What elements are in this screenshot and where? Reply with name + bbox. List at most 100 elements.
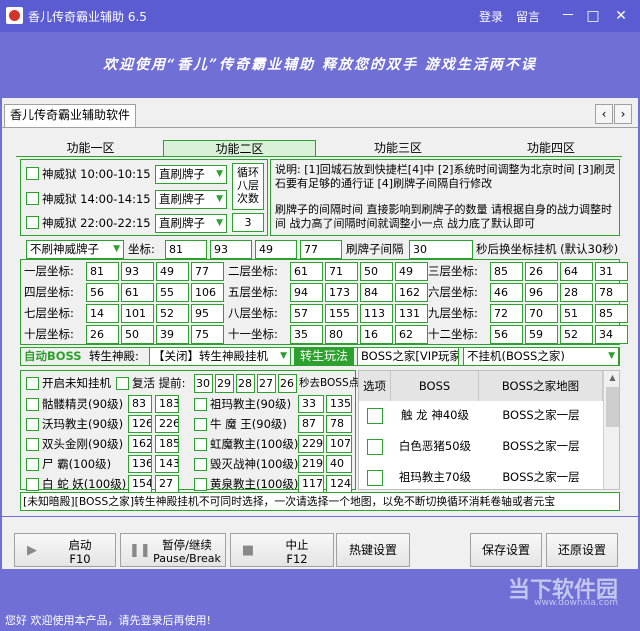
boss-table-scrollbar[interactable]: ▲ bbox=[603, 371, 619, 489]
revive-checkbox[interactable] bbox=[116, 377, 129, 390]
boss-coord-input[interactable]: 229 bbox=[298, 435, 324, 453]
revive-time-1[interactable]: 30 bbox=[194, 374, 213, 393]
tab-next-button[interactable]: › bbox=[614, 104, 632, 124]
boss-row-checkbox[interactable] bbox=[367, 408, 383, 424]
coord-input-3[interactable]: 49 bbox=[255, 240, 297, 259]
floor-coord-input[interactable]: 56 bbox=[490, 325, 523, 344]
main-tab[interactable]: 香儿传奇霸业辅助软件 bbox=[4, 104, 136, 127]
floor-coord-input[interactable]: 84 bbox=[360, 283, 393, 302]
revive-time-3[interactable]: 28 bbox=[236, 374, 255, 393]
floor-coord-input[interactable]: 62 bbox=[395, 325, 428, 344]
revive-time-2[interactable]: 29 bbox=[215, 374, 234, 393]
boss-home-select[interactable]: BOSS之家[VIP玩家] bbox=[357, 347, 459, 366]
boss-row-checkbox[interactable] bbox=[367, 439, 383, 455]
floor-coord-input[interactable]: 61 bbox=[121, 283, 154, 302]
boss-left-checkbox[interactable] bbox=[26, 418, 39, 431]
floor-coord-input[interactable]: 94 bbox=[290, 283, 323, 302]
floor-coord-input[interactable]: 72 bbox=[490, 304, 523, 323]
boss-coord-input[interactable]: 87 bbox=[298, 415, 324, 433]
floor-coord-input[interactable]: 96 bbox=[525, 283, 558, 302]
boss-left-checkbox[interactable] bbox=[26, 478, 39, 491]
tab-function-1[interactable]: 功能一区 bbox=[18, 140, 163, 157]
floor-coord-input[interactable]: 16 bbox=[360, 325, 393, 344]
rebirth-select[interactable]: 【关闭】转生神殿挂机 ▼ bbox=[149, 347, 291, 366]
login-link[interactable]: 登录 bbox=[479, 8, 503, 25]
boss-coord-input[interactable]: 33 bbox=[298, 395, 324, 413]
floor-coord-input[interactable]: 52 bbox=[560, 325, 593, 344]
floor-coord-input[interactable]: 61 bbox=[290, 262, 323, 281]
floor-coord-input[interactable]: 70 bbox=[525, 304, 558, 323]
prison-2-checkbox[interactable] bbox=[26, 192, 39, 205]
boss-coord-input[interactable]: 117 bbox=[298, 475, 324, 493]
floor-coord-input[interactable]: 77 bbox=[191, 262, 224, 281]
boss-coord-input[interactable]: 136 bbox=[128, 455, 152, 473]
boss-left-checkbox[interactable] bbox=[194, 418, 207, 431]
minimize-icon[interactable]: － bbox=[557, 6, 579, 26]
prison-2-mode-select[interactable]: 直刷牌子 ▼ bbox=[155, 190, 227, 209]
floor-coord-input[interactable]: 49 bbox=[156, 262, 189, 281]
floor-coord-input[interactable]: 64 bbox=[560, 262, 593, 281]
table-row[interactable]: 触 龙 神40级 BOSS之家一层 bbox=[359, 402, 603, 430]
floor-coord-input[interactable]: 95 bbox=[191, 304, 224, 323]
floor-coord-input[interactable]: 113 bbox=[360, 304, 393, 323]
boss-left-checkbox[interactable] bbox=[194, 398, 207, 411]
boss-left-checkbox[interactable] bbox=[26, 398, 39, 411]
table-row[interactable]: 祖玛教主70级 BOSS之家一层 bbox=[359, 464, 603, 489]
boss-coord-input[interactable]: 124 bbox=[326, 475, 352, 493]
floor-coord-input[interactable]: 101 bbox=[121, 304, 154, 323]
scroll-thumb[interactable] bbox=[606, 387, 619, 427]
tab-prev-button[interactable]: ‹ bbox=[595, 104, 613, 124]
boss-coord-input[interactable]: 27 bbox=[155, 475, 179, 493]
floor-coord-input[interactable]: 50 bbox=[121, 325, 154, 344]
boss-coord-input[interactable]: 126 bbox=[128, 415, 152, 433]
floor-coord-input[interactable]: 78 bbox=[595, 283, 628, 302]
floor-coord-input[interactable]: 155 bbox=[325, 304, 358, 323]
boss-row-checkbox[interactable] bbox=[367, 470, 383, 486]
token-select[interactable]: 不刷神威牌子 ▼ bbox=[26, 240, 124, 259]
floor-coord-input[interactable]: 31 bbox=[595, 262, 628, 281]
boss-left-checkbox[interactable] bbox=[194, 458, 207, 471]
floor-coord-input[interactable]: 59 bbox=[525, 325, 558, 344]
floor-coord-input[interactable]: 51 bbox=[560, 304, 593, 323]
boss-coord-input[interactable]: 162 bbox=[128, 435, 152, 453]
revive-time-4[interactable]: 27 bbox=[257, 374, 276, 393]
floor-coord-input[interactable]: 39 bbox=[156, 325, 189, 344]
floor-coord-input[interactable]: 56 bbox=[86, 283, 119, 302]
boss-coord-input[interactable]: 219 bbox=[298, 455, 324, 473]
boss-left-checkbox[interactable] bbox=[26, 438, 39, 451]
rebirth-play-button[interactable]: 转生玩法 bbox=[294, 347, 354, 366]
floor-coord-input[interactable]: 162 bbox=[395, 283, 428, 302]
unknown-hang-checkbox[interactable] bbox=[26, 377, 39, 390]
floor-coord-input[interactable]: 46 bbox=[490, 283, 523, 302]
boss-coord-input[interactable]: 107 bbox=[326, 435, 352, 453]
boss-coord-input[interactable]: 143 bbox=[155, 455, 179, 473]
floor-coord-input[interactable]: 28 bbox=[560, 283, 593, 302]
floor-coord-input[interactable]: 26 bbox=[86, 325, 119, 344]
boss-left-checkbox[interactable] bbox=[26, 458, 39, 471]
floor-coord-input[interactable]: 50 bbox=[360, 262, 393, 281]
start-button[interactable]: ▶ 启动 F10 bbox=[14, 533, 116, 567]
boss-coord-input[interactable]: 78 bbox=[326, 415, 352, 433]
floor-coord-input[interactable]: 71 bbox=[325, 262, 358, 281]
boss-coord-input[interactable]: 40 bbox=[326, 455, 352, 473]
boss-coord-input[interactable]: 83 bbox=[128, 395, 152, 413]
floor-coord-input[interactable]: 55 bbox=[156, 283, 189, 302]
floor-coord-input[interactable]: 106 bbox=[191, 283, 224, 302]
floor-coord-input[interactable]: 52 bbox=[156, 304, 189, 323]
boss-left-checkbox[interactable] bbox=[194, 438, 207, 451]
interval-input[interactable]: 30 bbox=[409, 240, 473, 259]
tab-function-3[interactable]: 功能三区 bbox=[316, 140, 480, 157]
boss-left-checkbox[interactable] bbox=[194, 478, 207, 491]
floor-coord-input[interactable]: 85 bbox=[490, 262, 523, 281]
save-settings-button[interactable]: 保存设置 bbox=[470, 533, 542, 567]
floor-coord-input[interactable]: 49 bbox=[395, 262, 428, 281]
loop-count-input[interactable]: 3 bbox=[232, 213, 264, 232]
floor-coord-input[interactable]: 14 bbox=[86, 304, 119, 323]
coord-input-1[interactable]: 81 bbox=[165, 240, 207, 259]
floor-coord-input[interactable]: 75 bbox=[191, 325, 224, 344]
hang-select[interactable]: 不挂机(BOSS之家) ▼ bbox=[463, 347, 619, 366]
floor-coord-input[interactable]: 35 bbox=[290, 325, 323, 344]
restore-icon[interactable]: □ bbox=[582, 6, 604, 26]
boss-coord-input[interactable]: 135 bbox=[326, 395, 352, 413]
boss-coord-input[interactable]: 226 bbox=[155, 415, 179, 433]
